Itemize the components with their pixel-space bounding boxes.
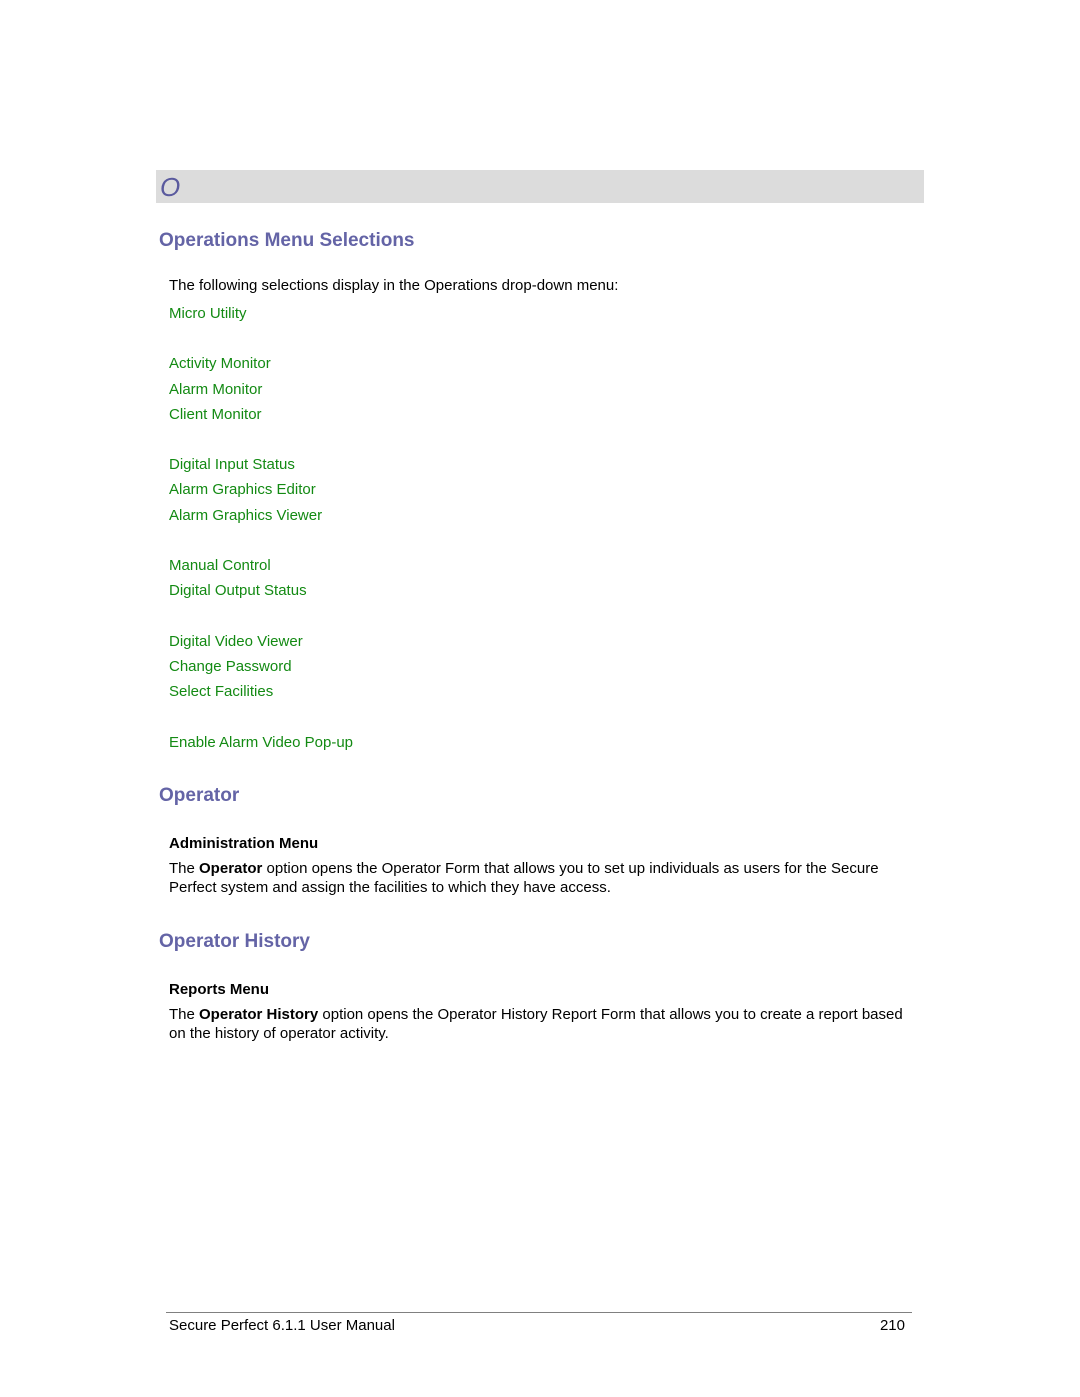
- section-heading-operator-history: Operator History: [159, 931, 310, 952]
- link-alarm-graphics-viewer[interactable]: Alarm Graphics Viewer: [169, 503, 353, 528]
- footer-page-number: 210: [879, 1317, 905, 1334]
- section-heading-operator: Operator: [159, 785, 240, 806]
- link-digital-video-viewer[interactable]: Digital Video Viewer: [169, 629, 353, 654]
- operator-desc-bold: Operator: [199, 860, 263, 877]
- menu-group: Digital Input Status Alarm Graphics Edito…: [169, 452, 353, 528]
- link-digital-output-status[interactable]: Digital Output Status: [169, 578, 353, 603]
- operator-history-description: The Operator History option opens the Op…: [169, 1005, 909, 1043]
- index-letter-bar: O: [156, 170, 924, 203]
- menu-group: Digital Video Viewer Change Password Selec…: [169, 629, 353, 705]
- operator-menu-label: Administration Menu: [169, 835, 319, 852]
- operations-menu-list: Micro Utility Activity Monitor Alarm Monit…: [169, 301, 353, 780]
- operator-history-desc-bold: Operator History: [199, 1006, 319, 1023]
- link-select-facilities[interactable]: Select Facilities: [169, 679, 353, 704]
- section-heading-operations-menu-selections: Operations Menu Selections: [159, 230, 415, 251]
- footer-divider: [166, 1312, 912, 1313]
- operator-description: The Operator option opens the Operator F…: [169, 859, 909, 897]
- link-alarm-monitor[interactable]: Alarm Monitor: [169, 377, 353, 402]
- menu-group: Micro Utility: [169, 301, 353, 326]
- menu-group: Manual Control Digital Output Status: [169, 553, 353, 604]
- link-digital-input-status[interactable]: Digital Input Status: [169, 452, 353, 477]
- link-alarm-graphics-editor[interactable]: Alarm Graphics Editor: [169, 477, 353, 502]
- operator-desc-suffix: option opens the Operator Form that allo…: [169, 860, 879, 896]
- operator-desc-prefix: The: [169, 860, 200, 877]
- index-letter: O: [160, 172, 181, 202]
- operator-history-desc-prefix: The: [169, 1006, 200, 1023]
- menu-group: Enable Alarm Video Pop-up: [169, 730, 353, 755]
- link-client-monitor[interactable]: Client Monitor: [169, 402, 353, 427]
- link-manual-control[interactable]: Manual Control: [169, 553, 353, 578]
- link-activity-monitor[interactable]: Activity Monitor: [169, 351, 353, 376]
- operations-menu-intro: The following selections display in the …: [169, 277, 619, 294]
- link-enable-alarm-video-pop-up[interactable]: Enable Alarm Video Pop-up: [169, 730, 353, 755]
- link-micro-utility[interactable]: Micro Utility: [169, 301, 353, 326]
- footer-manual-title: Secure Perfect 6.1.1 User Manual: [169, 1317, 395, 1334]
- link-change-password[interactable]: Change Password: [169, 654, 353, 679]
- operator-history-menu-label: Reports Menu: [169, 981, 270, 998]
- menu-group: Activity Monitor Alarm Monitor Client Moni…: [169, 351, 353, 427]
